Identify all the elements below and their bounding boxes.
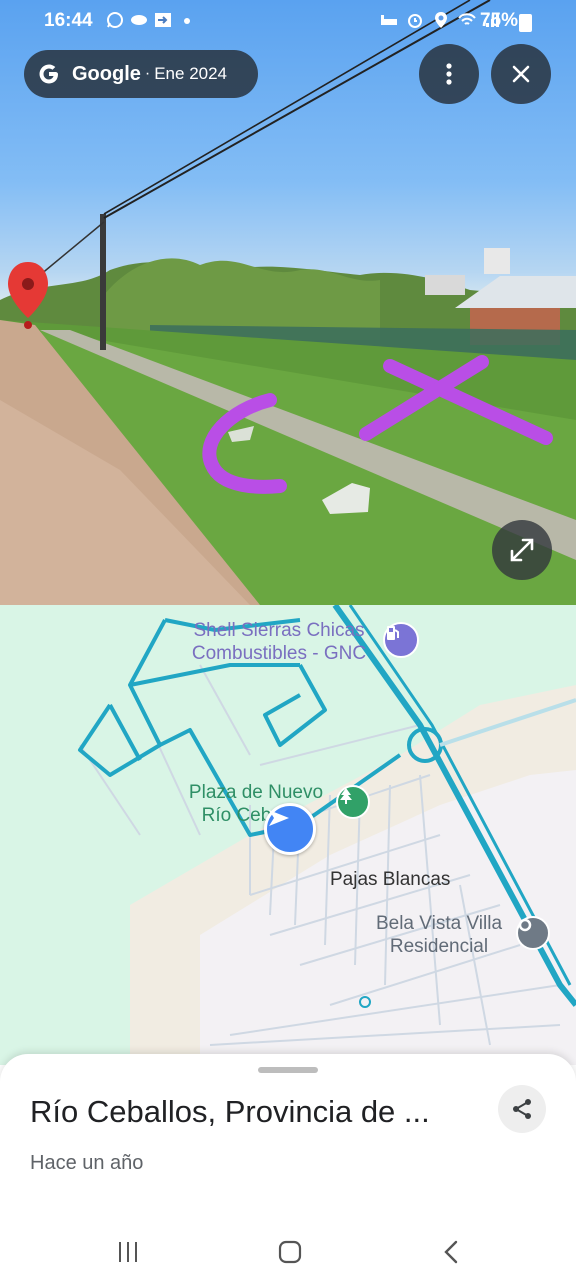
location-icon (435, 12, 447, 28)
share-icon (513, 1099, 531, 1119)
place-subtitle: Hace un año (30, 1152, 144, 1174)
imagery-date: Ene 2024 (154, 64, 228, 83)
alarm-icon (408, 14, 422, 28)
system-nav-bar (0, 1224, 576, 1280)
more-options-button[interactable] (419, 44, 479, 104)
dot-icon (184, 18, 190, 24)
map-label-bela-vista[interactable]: Bela Vista Villa Residencial (364, 912, 514, 958)
separator: · (144, 65, 151, 82)
map-label-shell[interactable]: Shell Sierras Chicas Combustibles - GNC (184, 619, 374, 665)
status-bar: 16:44 75% (0, 0, 576, 40)
recents-icon (119, 1242, 137, 1262)
cast-icon (155, 13, 171, 27)
back-icon (444, 1240, 458, 1264)
share-button[interactable] (498, 1085, 546, 1133)
imagery-date-pill[interactable]: Google · Ene 2024 (24, 50, 258, 98)
current-location-arrow-icon[interactable] (264, 803, 316, 855)
place-title: Río Ceballos, Provincia de ... (30, 1094, 430, 1129)
expand-button[interactable] (492, 520, 552, 580)
wifi-icon (458, 13, 476, 25)
small-poi-icon[interactable] (358, 995, 372, 1009)
place-bottom-sheet[interactable]: Río Ceballos, Provincia de ... Hace un a… (0, 1054, 576, 1280)
park-tree-icon[interactable] (336, 785, 370, 819)
status-time: 16:44 (44, 10, 93, 31)
notification-icons (106, 11, 196, 29)
close-button[interactable] (491, 44, 551, 104)
battery-percent: 75% (479, 10, 518, 31)
home-icon (278, 1240, 302, 1264)
drive-icon (131, 15, 147, 25)
place-marker-icon[interactable] (516, 916, 550, 950)
more-vert-icon (446, 63, 452, 85)
recent-apps-button[interactable] (108, 1232, 148, 1272)
drag-handle[interactable] (258, 1067, 318, 1073)
fullscreen-icon (510, 538, 534, 562)
close-icon (512, 65, 530, 83)
fuel-station-icon[interactable] (383, 622, 419, 658)
map-view[interactable]: Shell Sierras Chicas Combustibles - GNC … (0, 605, 576, 1065)
battery-icon (519, 14, 532, 32)
bed-icon (381, 15, 397, 25)
map-label-pajas-blancas[interactable]: Pajas Blancas (330, 868, 450, 891)
back-button[interactable] (432, 1232, 472, 1272)
street-view-panel[interactable]: 16:44 75% Google · Ene 2024 (0, 0, 576, 605)
google-g-icon (39, 64, 58, 84)
brand-label: Google (72, 62, 141, 85)
whatsapp-icon (107, 12, 123, 28)
home-button[interactable] (270, 1232, 310, 1272)
